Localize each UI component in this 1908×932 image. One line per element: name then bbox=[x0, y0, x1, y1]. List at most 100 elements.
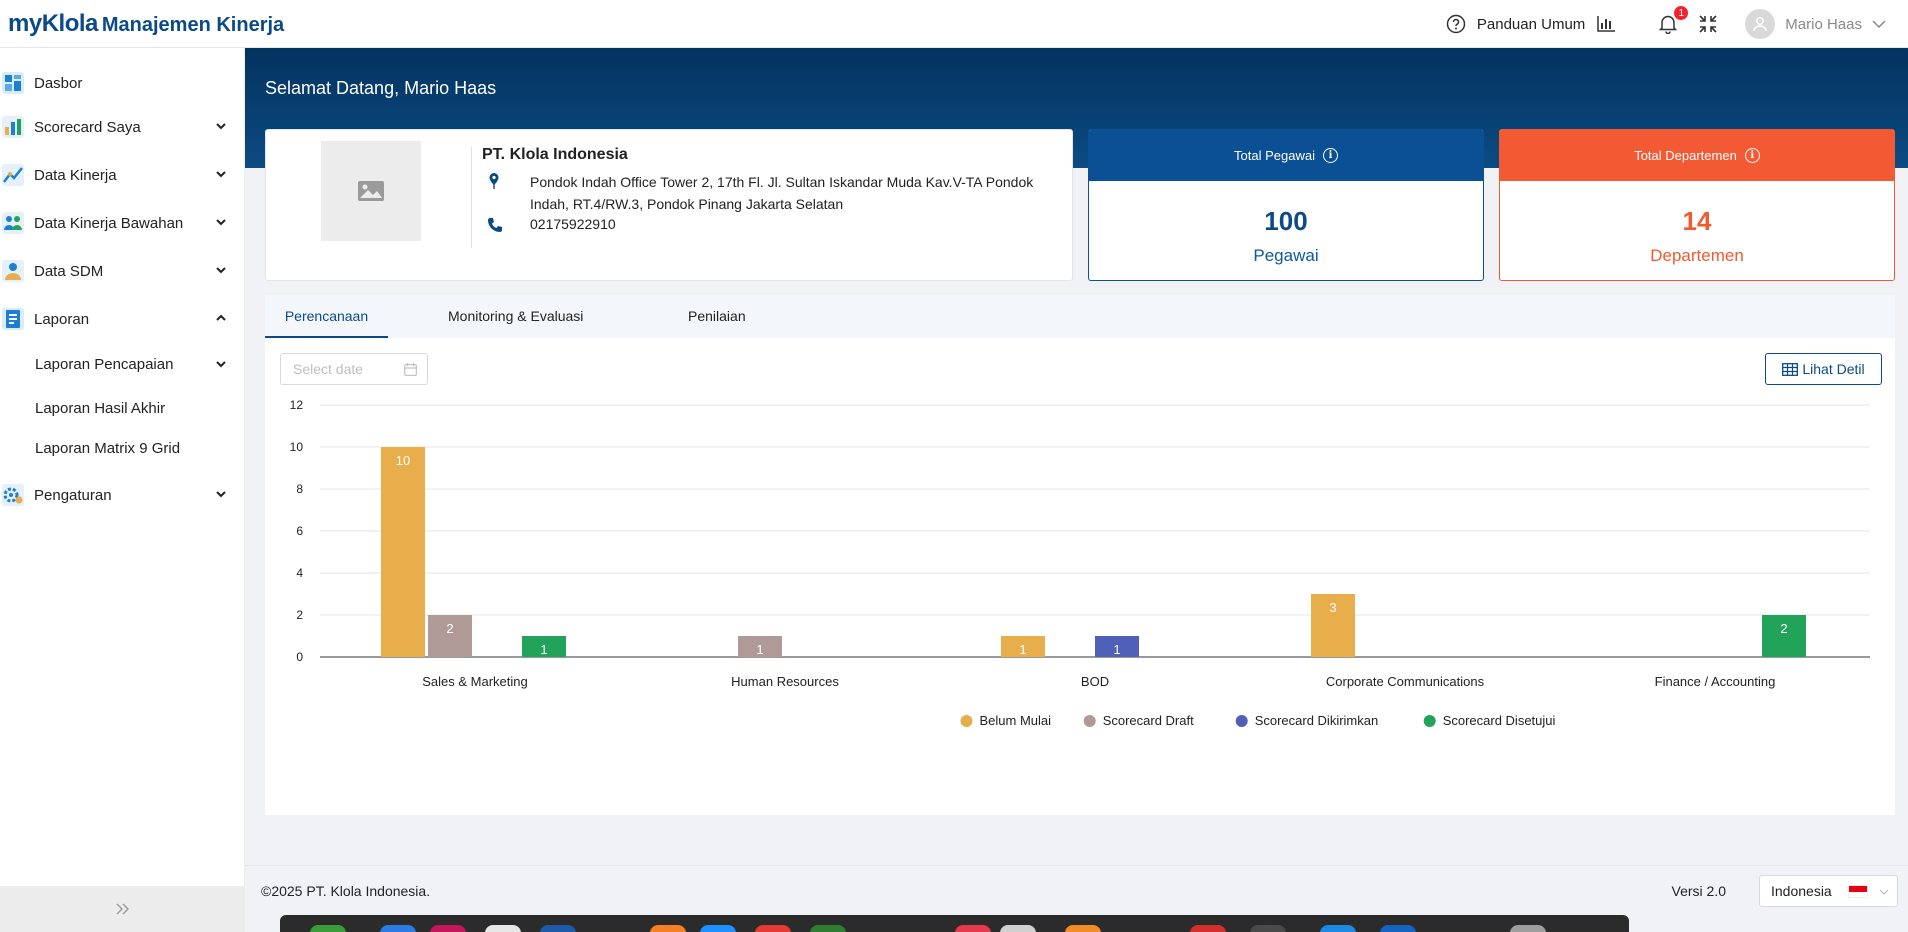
sidebar-subitem-laporan-hasil-akhir[interactable]: Laporan Hasil Akhir bbox=[35, 395, 245, 421]
x-tick-label: Corporate Communications bbox=[1326, 674, 1485, 689]
bar-data-label: 1 bbox=[756, 642, 763, 657]
dock-app-icon[interactable] bbox=[810, 925, 846, 932]
dashboard-icon bbox=[2, 72, 24, 94]
tab-penilaian[interactable]: Penilaian bbox=[688, 295, 746, 338]
chevron-down-icon bbox=[216, 361, 226, 368]
team-performance-icon bbox=[2, 212, 24, 234]
dock-app-icon[interactable] bbox=[1510, 925, 1546, 932]
dock-app-icon[interactable] bbox=[1190, 925, 1226, 932]
tab-monitoring-evaluasi[interactable]: Monitoring & Evaluasi bbox=[448, 295, 583, 338]
dock-app-icon[interactable] bbox=[650, 925, 686, 932]
os-dock bbox=[280, 915, 1629, 932]
bar bbox=[381, 447, 425, 657]
sidebar-subitem-laporan-pencapaian[interactable]: Laporan Pencapaian bbox=[35, 351, 245, 377]
y-tick-label: 4 bbox=[296, 566, 303, 580]
sidebar-item-label: Pengaturan bbox=[34, 486, 112, 504]
total-departments-card: Total Departemen i 14 Departemen bbox=[1499, 129, 1895, 281]
hr-data-icon bbox=[2, 260, 24, 282]
info-icon[interactable]: i bbox=[1322, 148, 1338, 163]
legend-label: Belum Mulai bbox=[980, 713, 1052, 728]
user-name: Mario Haas bbox=[1785, 15, 1862, 33]
tab-perencanaan[interactable]: Perencanaan bbox=[265, 295, 388, 338]
legend-swatch bbox=[1423, 715, 1436, 727]
performance-data-icon bbox=[2, 164, 24, 186]
date-picker[interactable] bbox=[280, 353, 428, 385]
chevron-up-icon bbox=[216, 314, 226, 321]
y-tick-label: 10 bbox=[290, 440, 304, 454]
brand-logo-text: myKlola bbox=[8, 10, 98, 37]
language-label: Indonesia bbox=[1771, 883, 1832, 899]
legend-swatch bbox=[1235, 715, 1248, 727]
dock-app-icon[interactable] bbox=[1380, 925, 1416, 932]
bar-data-label: 1 bbox=[1019, 642, 1026, 657]
y-tick-label: 8 bbox=[296, 482, 303, 496]
date-input[interactable] bbox=[293, 361, 393, 377]
sidebar-item-scorecard-saya[interactable]: Scorecard Saya bbox=[0, 112, 245, 142]
fullscreen-icon[interactable] bbox=[1697, 13, 1719, 35]
dock-app-icon[interactable] bbox=[430, 925, 466, 932]
dock-app-icon[interactable] bbox=[1320, 925, 1356, 932]
stat-unit: Pegawai bbox=[1253, 246, 1319, 265]
sidebar-item-label: Data SDM bbox=[34, 262, 104, 280]
sidebar-item-data-sdm[interactable]: Data SDM bbox=[0, 256, 245, 286]
tab-bar: Perencanaan Monitoring & Evaluasi Penila… bbox=[265, 295, 1895, 338]
sidebar-item-label: Data Kinerja Bawahan bbox=[34, 214, 184, 232]
bar-data-label: 10 bbox=[396, 453, 410, 468]
sidebar-item-label: Data Kinerja bbox=[34, 166, 117, 184]
y-tick-label: 0 bbox=[296, 650, 303, 664]
stat-title: Total Pegawai bbox=[1234, 148, 1315, 163]
version-text: Versi 2.0 bbox=[1671, 883, 1726, 899]
x-tick-label: Human Resources bbox=[731, 674, 839, 689]
chevron-down-icon bbox=[1872, 16, 1886, 33]
dock-app-icon[interactable] bbox=[540, 925, 576, 932]
y-tick-label: 12 bbox=[290, 398, 304, 412]
chevron-down-icon bbox=[216, 171, 226, 178]
user-menu[interactable]: Mario Haas bbox=[1745, 9, 1886, 39]
app-brand[interactable]: myKlola Manajemen Kinerja bbox=[8, 10, 284, 38]
notification-bell-icon[interactable]: 1 bbox=[1657, 4, 1691, 35]
dock-app-icon[interactable] bbox=[310, 925, 346, 932]
chevron-down-icon bbox=[216, 267, 226, 274]
bar-data-label: 2 bbox=[446, 621, 453, 636]
info-icon[interactable]: i bbox=[1744, 148, 1760, 163]
guide-link[interactable]: Panduan Umum bbox=[1445, 13, 1617, 35]
bar-data-label: 1 bbox=[1113, 642, 1120, 657]
bar-data-label: 3 bbox=[1329, 600, 1336, 615]
calendar-icon bbox=[404, 363, 417, 376]
dock-app-icon[interactable] bbox=[1000, 925, 1036, 932]
company-address: Pondok Indah Office Tower 2, 17th Fl. Jl… bbox=[530, 174, 1034, 212]
scorecard-status-chart: 0246810121021Sales & Marketing1Human Res… bbox=[290, 398, 1870, 728]
y-tick-label: 6 bbox=[296, 524, 303, 538]
sidebar-subitem-laporan-matrix[interactable]: Laporan Matrix 9 Grid bbox=[35, 435, 245, 461]
legend-swatch bbox=[960, 715, 973, 727]
dock-app-icon[interactable] bbox=[1250, 925, 1286, 932]
stat-value: 14 bbox=[1682, 206, 1712, 236]
language-select[interactable]: Indonesia bbox=[1759, 875, 1898, 907]
sidebar-item-data-kinerja[interactable]: Data Kinerja bbox=[0, 160, 245, 190]
dock-app-icon[interactable] bbox=[955, 925, 991, 932]
report-panel: Perencanaan Monitoring & Evaluasi Penila… bbox=[265, 295, 1895, 815]
legend-label: Scorecard Disetujui bbox=[1443, 713, 1556, 728]
sidebar-item-dasbor[interactable]: Dasbor bbox=[0, 68, 245, 98]
report-icon bbox=[2, 308, 24, 330]
y-tick-label: 2 bbox=[296, 608, 303, 622]
stat-title: Total Departemen bbox=[1634, 148, 1737, 163]
dock-app-icon[interactable] bbox=[1065, 925, 1101, 932]
dock-app-icon[interactable] bbox=[485, 925, 521, 932]
view-detail-button[interactable]: Lihat Detil bbox=[1765, 353, 1882, 385]
bar-data-label: 2 bbox=[1780, 621, 1787, 636]
sidebar-collapse-button[interactable] bbox=[0, 886, 245, 932]
settings-icon bbox=[2, 484, 24, 506]
sidebar-item-data-kinerja-bawahan[interactable]: Data Kinerja Bawahan bbox=[0, 208, 245, 238]
sidebar-subitem-label: Laporan Matrix 9 Grid bbox=[35, 439, 181, 457]
dock-app-icon[interactable] bbox=[700, 925, 736, 932]
sidebar-item-pengaturan[interactable]: Pengaturan bbox=[0, 480, 245, 510]
divider bbox=[471, 146, 472, 248]
bar-chart-icon[interactable] bbox=[1595, 13, 1617, 35]
sidebar-item-label: Dasbor bbox=[34, 74, 83, 92]
sidebar-item-laporan[interactable]: Laporan bbox=[0, 304, 245, 334]
dock-app-icon[interactable] bbox=[755, 925, 791, 932]
location-pin-icon bbox=[489, 173, 499, 189]
chevron-down-icon bbox=[1879, 889, 1889, 895]
dock-app-icon[interactable] bbox=[380, 925, 416, 932]
